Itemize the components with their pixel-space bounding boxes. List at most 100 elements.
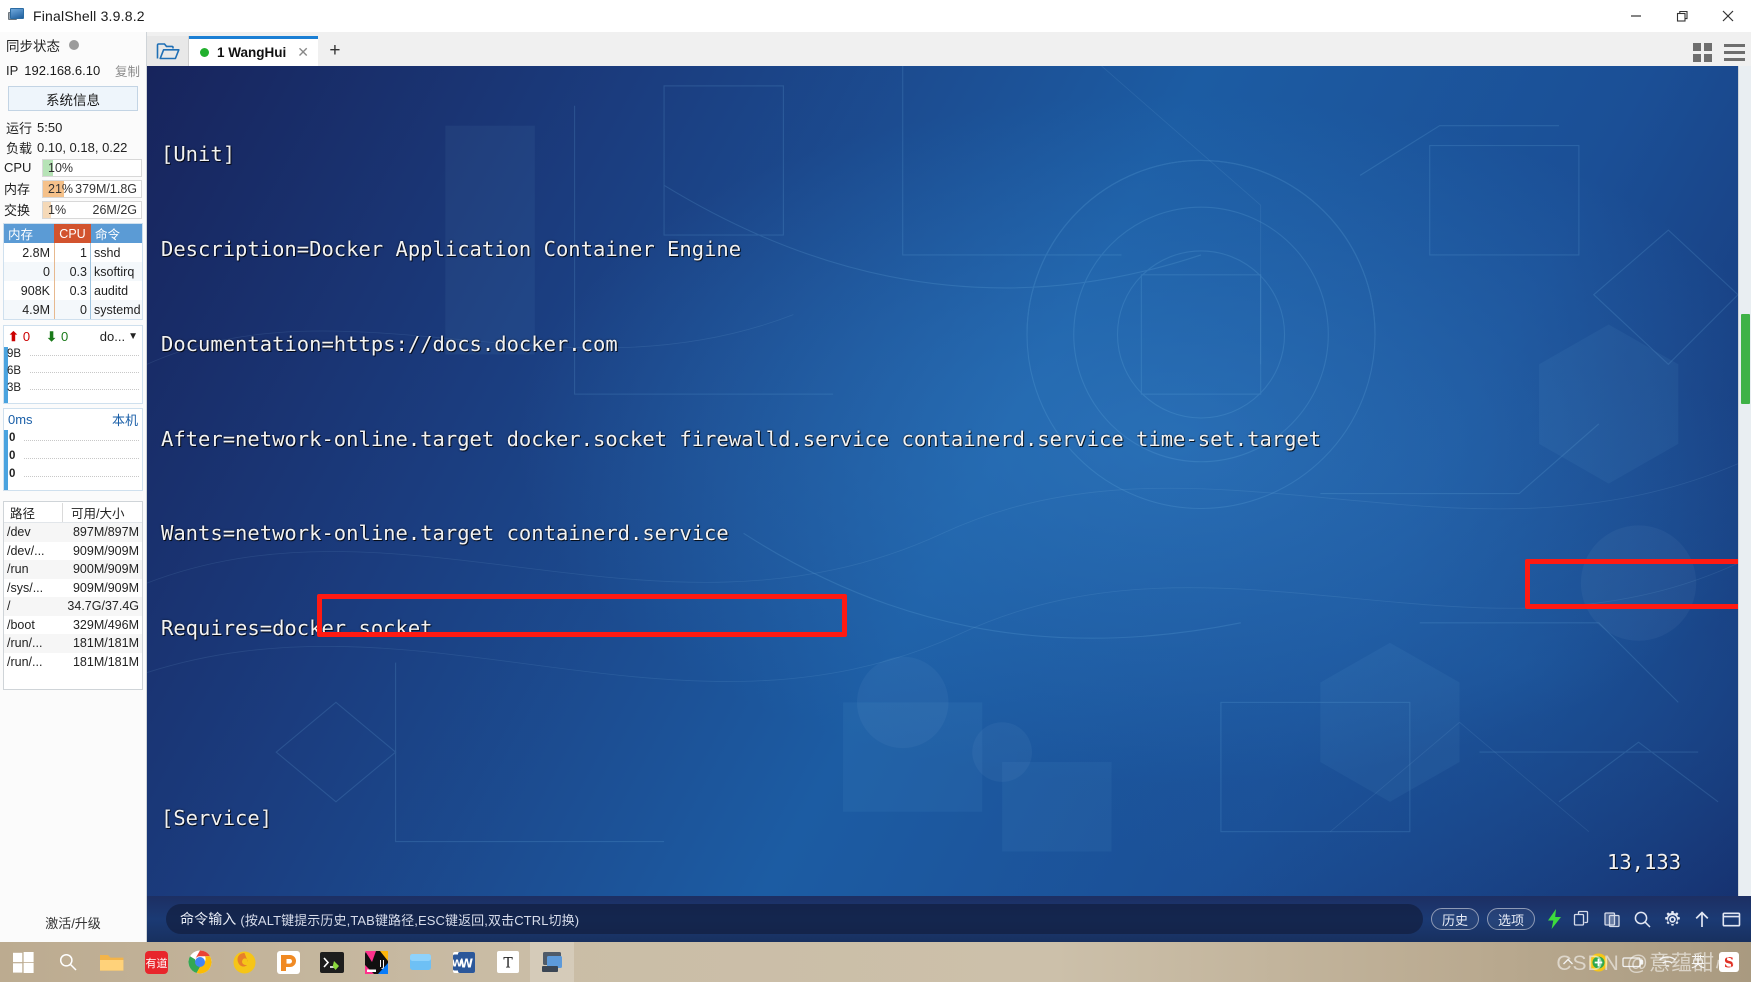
copy-ip-button[interactable]: 复制	[115, 61, 140, 80]
ime-english-icon[interactable]: 英	[1691, 952, 1705, 972]
hamburger-menu-icon[interactable]	[1724, 44, 1745, 61]
options-button[interactable]: 选项	[1486, 908, 1535, 930]
search-input[interactable]: 命令输入 (按ALT键提示历史,TAB键路径,ESC键返回,双击CTRL切换)	[166, 904, 1423, 934]
load-value: 0.10, 0.18, 0.22	[37, 139, 128, 155]
chrome-icon[interactable]	[178, 942, 222, 982]
search-icon[interactable]	[1633, 910, 1652, 929]
table-row[interactable]: / 34.7G/37.4G	[4, 597, 142, 616]
window-icon[interactable]	[1722, 911, 1741, 928]
memory-meter-percent: 21%	[48, 181, 74, 196]
process-header-command: 命令	[91, 224, 142, 243]
title-bar: FinalShell 3.9.8.2	[0, 0, 1751, 32]
maximize-restore-button[interactable]	[1659, 0, 1705, 32]
process-cpu: 1	[54, 243, 91, 262]
close-icon[interactable]: ✕	[297, 44, 309, 61]
latency-y-label: 0	[9, 450, 16, 462]
disk-usage: 909M/909M	[72, 543, 139, 558]
vmware-icon[interactable]	[266, 942, 310, 982]
disk-usage: 909M/909M	[72, 580, 139, 595]
network-traffic-bar: ⬆ 0 ⬇ 0 do... ▼	[4, 326, 142, 347]
ip-label: IP	[6, 62, 19, 78]
memory-meter-bar: 21% 379M/1.8G	[42, 179, 142, 198]
copy-icon[interactable]	[1573, 910, 1592, 929]
table-row[interactable]: /sys/... 909M/909M	[4, 579, 142, 598]
close-button[interactable]	[1705, 0, 1751, 32]
process-command: sshd	[94, 245, 121, 260]
disk-usage: 181M/181M	[72, 654, 139, 669]
network-interface-selector[interactable]: do... ▼	[100, 329, 138, 344]
table-row[interactable]: /run 900M/909M	[4, 560, 142, 579]
process-table[interactable]: 内存 CPU 命令 2.8M 1 sshd 0 0.3 ksoftirq 908…	[3, 223, 143, 320]
terminal-line: [Unit]	[161, 142, 236, 167]
tab-label: 1 WangHui	[217, 45, 287, 60]
swap-meter-amount: 26M/2G	[92, 202, 137, 217]
disk-usage: 181M/181M	[72, 636, 139, 651]
disk-path: /run/...	[7, 636, 43, 651]
intellij-idea-icon[interactable]: IJ	[354, 942, 398, 982]
memory-meter-label: 内存	[4, 182, 31, 197]
scrollbar-thumb[interactable]	[1741, 314, 1750, 404]
history-button[interactable]: 历史	[1430, 908, 1479, 930]
tab-bar: 1 WangHui ✕ +	[147, 32, 1751, 66]
latency-y-label: 0	[9, 468, 16, 480]
file-explorer-icon[interactable]	[90, 942, 134, 982]
table-row[interactable]: 4.9M 0 systemd	[4, 300, 142, 319]
lightning-icon[interactable]	[1547, 909, 1562, 929]
table-row[interactable]: 0 0.3 ksoftirq	[4, 262, 142, 281]
search-icon[interactable]	[46, 942, 90, 982]
terminal-screen[interactable]: [Unit] Description=Docker Application Co…	[147, 66, 1738, 896]
finalshell-icon[interactable]	[530, 942, 574, 982]
swap-meter: 交换 1% 26M/2G	[4, 200, 142, 219]
arrow-up-icon[interactable]	[1693, 910, 1711, 929]
system-tray: 英 S	[1561, 942, 1751, 982]
terminal-icon[interactable]	[310, 942, 354, 982]
window-controls	[1613, 0, 1751, 32]
terminal-text-content[interactable]: [Unit] Description=Docker Application Co…	[147, 66, 1738, 896]
tab-bar-right-controls	[1693, 43, 1745, 62]
folder-open-icon[interactable]	[147, 36, 189, 66]
latency-target[interactable]: 本机	[112, 410, 138, 429]
network-interface-label: do...	[99, 329, 126, 344]
monitor-icon	[8, 8, 26, 24]
folder-blue-icon[interactable]	[398, 942, 442, 982]
disk-path: /run	[7, 562, 29, 577]
sidebar-item-tab-1-wanghui[interactable]: 1 WangHui ✕	[189, 36, 318, 66]
word-icon[interactable]: W W	[442, 942, 486, 982]
terminal-scrollbar[interactable]	[1738, 66, 1751, 896]
battery-icon[interactable]	[1622, 955, 1644, 969]
uptime-row: 运行 5:50	[0, 117, 146, 137]
firefox-icon[interactable]	[222, 942, 266, 982]
table-row[interactable]: /run/... 181M/181M	[4, 634, 142, 653]
table-row[interactable]: /boot 329M/496M	[4, 616, 142, 635]
windows-start-icon[interactable]	[0, 942, 46, 982]
table-row[interactable]: 908K 0.3 auditd	[4, 281, 142, 300]
command-input-bar: 命令输入 (按ALT键提示历史,TAB键路径,ESC键返回,双击CTRL切换) …	[147, 896, 1751, 942]
minimize-button[interactable]	[1613, 0, 1659, 32]
cursor-position: 13,133	[1607, 850, 1682, 874]
disk-path: /boot	[7, 617, 35, 632]
table-row[interactable]: /dev 897M/897M	[4, 523, 142, 542]
command-bar-icons	[1543, 909, 1745, 929]
sogou-input-icon[interactable]: S	[1719, 952, 1739, 972]
security-shield-icon[interactable]	[1589, 953, 1608, 972]
process-command: ksoftirq	[94, 264, 135, 279]
table-row[interactable]: /dev/... 909M/909M	[4, 542, 142, 561]
plus-icon[interactable]: +	[318, 36, 352, 66]
paste-icon[interactable]	[1603, 910, 1622, 929]
disk-usage: 329M/496M	[72, 617, 139, 632]
uptime-label: 运行	[6, 120, 33, 136]
grid-view-icon[interactable]	[1693, 43, 1712, 62]
gear-icon[interactable]	[1663, 910, 1682, 929]
typora-icon[interactable]: T	[486, 942, 530, 982]
disk-usage-table[interactable]: 路径 可用/大小 /dev 897M/897M /dev/... 909M/90…	[3, 501, 143, 690]
table-row[interactable]: 2.8M 1 sshd	[4, 243, 142, 262]
network-traffic-graph: 9B 6B 3B	[4, 347, 142, 403]
chevron-up-icon[interactable]	[1561, 955, 1575, 969]
table-row[interactable]: /run/... 181M/181M	[4, 653, 142, 672]
chevron-down-icon: ▼	[128, 331, 138, 342]
wifi-icon[interactable]	[1658, 955, 1677, 970]
youdao-dict-icon[interactable]: 有道	[134, 942, 178, 982]
activate-upgrade-link[interactable]: 激活/升级	[0, 913, 146, 932]
system-info-button[interactable]: 系统信息	[8, 86, 138, 111]
